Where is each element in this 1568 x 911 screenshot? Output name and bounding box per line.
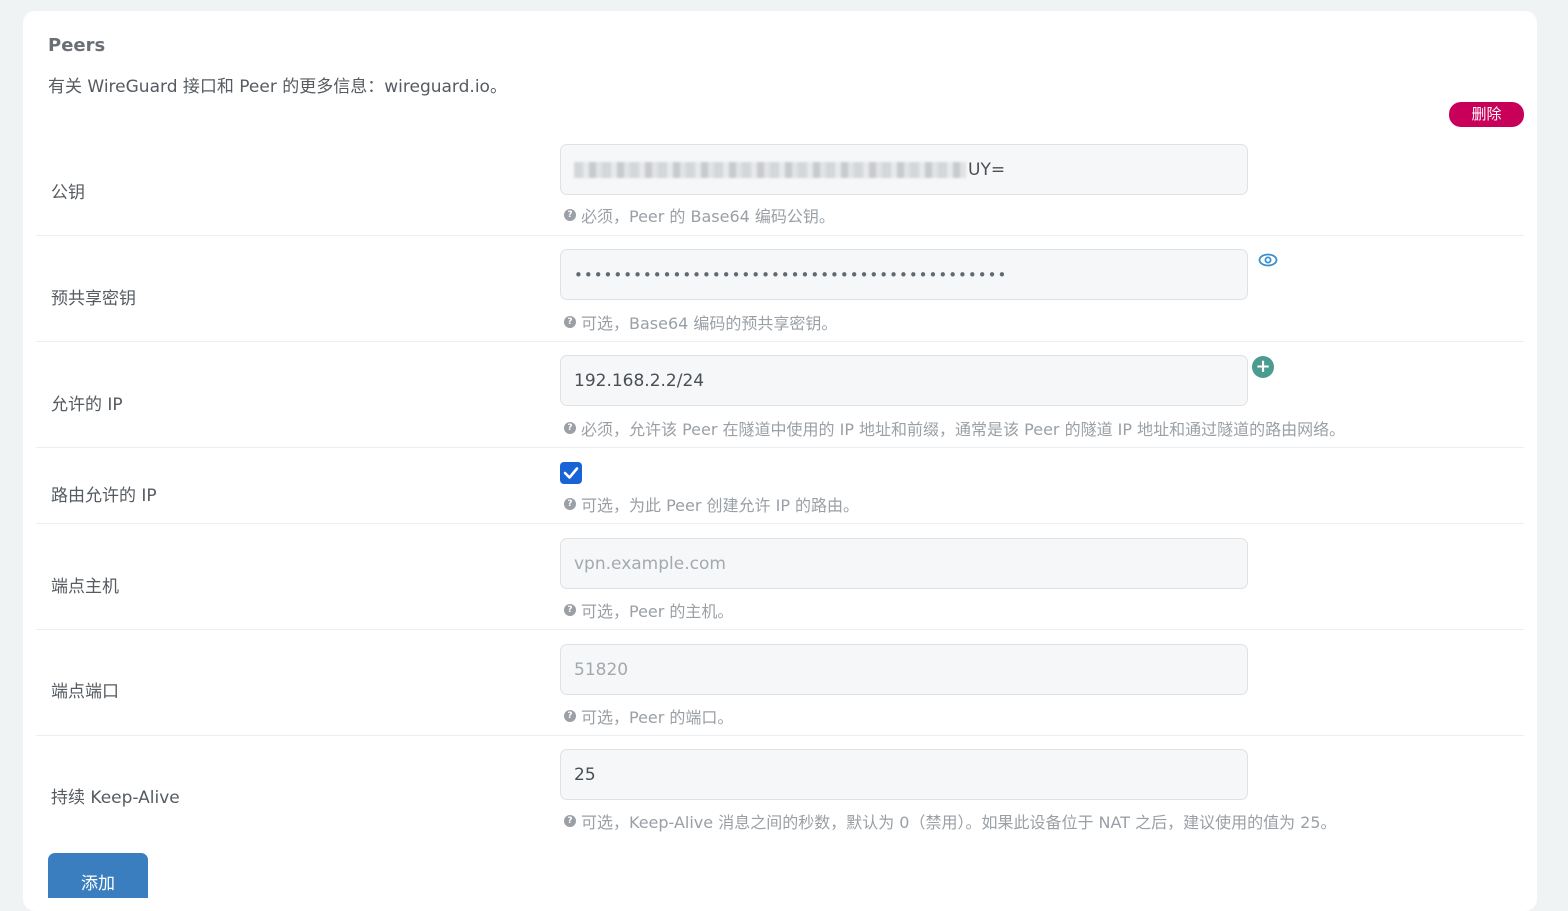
section-description: 有关 WireGuard 接口和 Peer 的更多信息：wireguard.io… <box>48 77 507 97</box>
route-allowed-ips-help-text: 可选，为此 Peer 创建允许 IP 的路由。 <box>581 496 860 515</box>
preshared-key-masked-value: ••••••••••••••••••••••••••••••••••••••••… <box>574 265 1008 284</box>
field-row-endpoint-host: 端点主机 vpn.example.com ? 可选，Peer 的主机。 <box>36 524 1524 630</box>
endpoint-port-help-text: 可选，Peer 的端口。 <box>581 708 734 727</box>
public-key-help-text: 必须，Peer 的 Base64 编码公钥。 <box>581 207 835 226</box>
endpoint-host-input[interactable]: vpn.example.com <box>560 538 1248 589</box>
endpoint-host-help: ? 可选，Peer 的主机。 <box>564 598 733 622</box>
field-row-endpoint-port: 端点端口 51820 ? 可选，Peer 的端口。 <box>36 630 1524 736</box>
field-row-route-allowed-ips: 路由允许的 IP ? 可选，为此 Peer 创建允许 IP 的路由。 <box>36 448 1524 524</box>
field-row-public-key: 公钥 UY= ? 必须，Peer 的 Base64 编码公钥。 <box>36 136 1524 236</box>
eye-icon[interactable] <box>1258 253 1278 267</box>
endpoint-port-placeholder: 51820 <box>574 659 629 680</box>
endpoint-port-input[interactable]: 51820 <box>560 644 1248 695</box>
redacted-key-blur <box>574 161 966 178</box>
public-key-label: 公钥 <box>51 183 85 203</box>
check-icon <box>563 467 579 479</box>
allowed-ips-label: 允许的 IP <box>51 395 123 415</box>
endpoint-host-label: 端点主机 <box>51 577 119 597</box>
question-circle-icon: ? <box>564 422 576 434</box>
add-peer-button[interactable]: 添加 <box>48 853 148 898</box>
public-key-input[interactable]: UY= <box>560 144 1248 195</box>
public-key-visible-suffix: UY= <box>968 159 1006 180</box>
preshared-key-help-text: 可选，Base64 编码的预共享密钥。 <box>581 314 838 333</box>
delete-peer-button[interactable]: 删除 <box>1449 102 1524 127</box>
question-circle-icon: ? <box>564 316 576 328</box>
section-title: Peers <box>48 35 106 56</box>
question-circle-icon: ? <box>564 604 576 616</box>
keepalive-value: 25 <box>574 764 596 785</box>
keepalive-help: ? 可选，Keep-Alive 消息之间的秒数，默认为 0（禁用）。如果此设备位… <box>564 809 1337 833</box>
preshared-key-label: 预共享密钥 <box>51 289 136 309</box>
allowed-ips-value: 192.168.2.2/24 <box>574 370 705 391</box>
endpoint-host-help-text: 可选，Peer 的主机。 <box>581 602 734 621</box>
allowed-ips-help: ? 必须，允许该 Peer 在隧道中使用的 IP 地址和前缀，通常是该 Peer… <box>564 416 1345 440</box>
plus-circle-icon[interactable]: + <box>1252 356 1274 378</box>
question-circle-icon: ? <box>564 498 576 510</box>
preshared-key-input[interactable]: ••••••••••••••••••••••••••••••••••••••••… <box>560 249 1248 300</box>
question-circle-icon: ? <box>564 815 576 827</box>
question-circle-icon: ? <box>564 710 576 722</box>
field-row-allowed-ips: 允许的 IP 192.168.2.2/24 + ? 必须，允许该 Peer 在隧… <box>36 342 1524 448</box>
route-allowed-ips-help: ? 可选，为此 Peer 创建允许 IP 的路由。 <box>564 492 859 516</box>
route-allowed-ips-label: 路由允许的 IP <box>51 486 157 506</box>
allowed-ips-help-text: 必须，允许该 Peer 在隧道中使用的 IP 地址和前缀，通常是该 Peer 的… <box>581 420 1346 439</box>
preshared-key-help: ? 可选，Base64 编码的预共享密钥。 <box>564 310 837 334</box>
route-allowed-ips-checkbox[interactable] <box>560 462 582 484</box>
question-circle-icon: ? <box>564 209 576 221</box>
endpoint-port-help: ? 可选，Peer 的端口。 <box>564 704 733 728</box>
endpoint-port-label: 端点端口 <box>51 682 119 702</box>
public-key-help: ? 必须，Peer 的 Base64 编码公钥。 <box>564 203 835 227</box>
field-row-preshared-key: 预共享密钥 ••••••••••••••••••••••••••••••••••… <box>36 236 1524 342</box>
endpoint-host-placeholder: vpn.example.com <box>574 553 726 574</box>
keepalive-help-text: 可选，Keep-Alive 消息之间的秒数，默认为 0（禁用）。如果此设备位于 … <box>581 813 1337 832</box>
allowed-ips-input[interactable]: 192.168.2.2/24 <box>560 355 1248 406</box>
keepalive-input[interactable]: 25 <box>560 749 1248 800</box>
peers-card: Peers 有关 WireGuard 接口和 Peer 的更多信息：wiregu… <box>23 11 1537 911</box>
field-row-keepalive: 持续 Keep-Alive 25 ? 可选，Keep-Alive 消息之间的秒数… <box>36 736 1524 842</box>
keepalive-label: 持续 Keep-Alive <box>51 788 180 808</box>
